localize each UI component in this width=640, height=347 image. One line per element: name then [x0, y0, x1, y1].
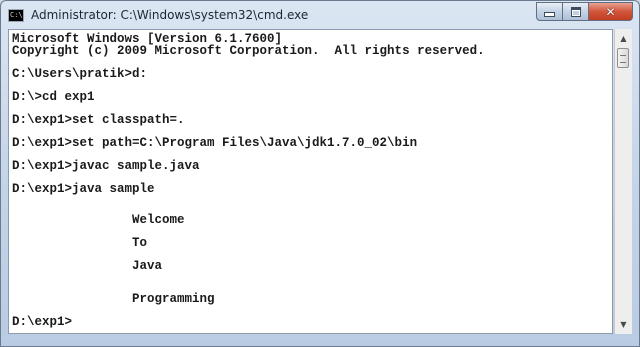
maximize-icon — [570, 6, 581, 17]
console-line: D:\exp1>set classpath=. — [12, 113, 185, 127]
title-bar[interactable]: C:\. Administrator: C:\Windows\system32\… — [1, 1, 639, 29]
vertical-scrollbar[interactable]: ▲ ▼ — [614, 29, 632, 334]
console-line: D:\exp1>javac sample.java — [12, 159, 200, 173]
minimize-button[interactable] — [536, 2, 563, 21]
console-line: Programming — [12, 292, 215, 306]
scroll-down-button[interactable]: ▼ — [615, 316, 632, 333]
console-prompt: D:\exp1> — [12, 315, 73, 329]
cmd-window: C:\. Administrator: C:\Windows\system32\… — [0, 0, 640, 347]
scrollbar-thumb[interactable] — [617, 48, 629, 68]
maximize-button[interactable] — [562, 2, 589, 21]
console-line: D:\exp1>set path=C:\Program Files\Java\j… — [12, 136, 418, 150]
console-line: D:\exp1>java sample — [12, 182, 155, 196]
close-button[interactable]: ✕ — [588, 2, 633, 21]
minimize-icon — [544, 12, 555, 17]
window-bottom-border — [8, 334, 632, 344]
console-line: Copyright (c) 2009 Microsoft Corporation… — [12, 44, 485, 58]
console-line: To — [12, 236, 148, 250]
console-line: Welcome — [12, 213, 185, 227]
scroll-up-button[interactable]: ▲ — [615, 30, 632, 47]
console-line: Java — [12, 259, 163, 273]
console-line: D:\>cd exp1 — [12, 90, 95, 104]
console-output[interactable]: Microsoft Windows [Version 6.1.7600] Cop… — [8, 29, 613, 334]
scroll-up-icon: ▲ — [620, 34, 627, 43]
cmd-icon[interactable]: C:\. — [8, 9, 27, 22]
window-title: Administrator: C:\Windows\system32\cmd.e… — [31, 8, 309, 22]
close-icon: ✕ — [605, 4, 616, 19]
scroll-down-icon: ▼ — [620, 320, 627, 329]
console-line: C:\Users\pratik>d: — [12, 67, 148, 81]
